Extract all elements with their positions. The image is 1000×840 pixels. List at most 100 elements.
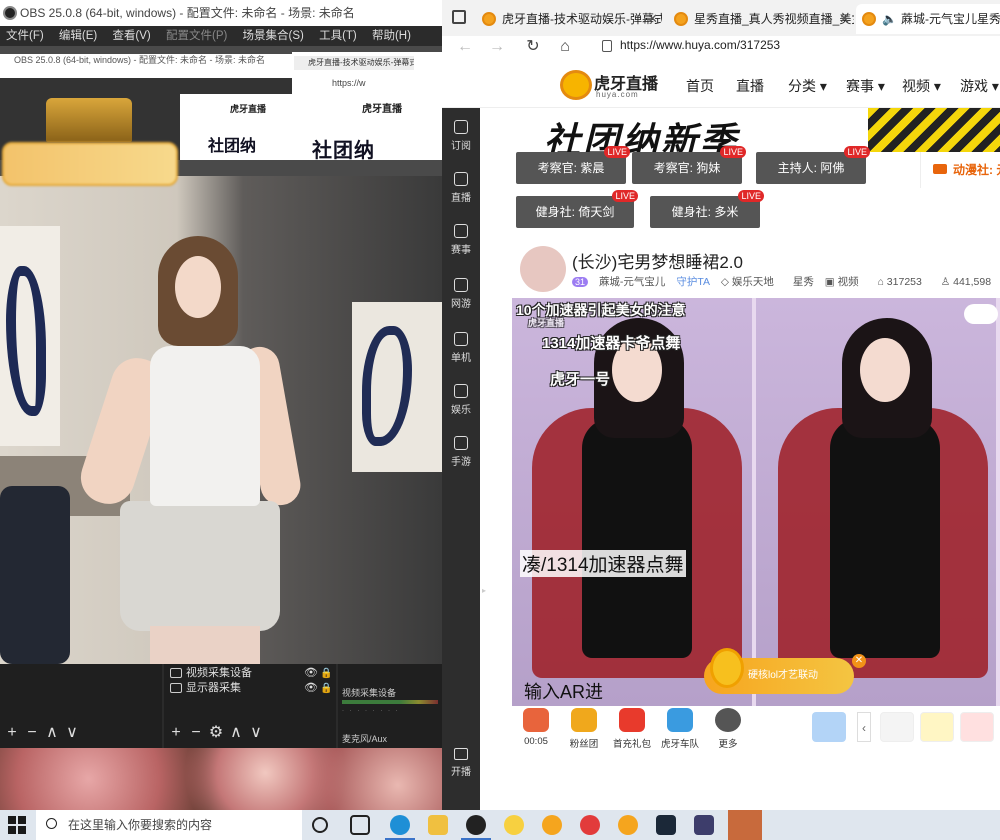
se-app-icon[interactable]	[694, 815, 714, 835]
eye-icon[interactable]: 👁	[304, 681, 318, 696]
sidebar-item-single-player[interactable]: 单机	[442, 326, 480, 374]
lock-icon[interactable]: 🔒	[320, 681, 332, 696]
nav-video[interactable]: 视频 ▾	[902, 76, 941, 96]
netease-music-icon[interactable]	[580, 815, 600, 835]
steam-icon[interactable]	[656, 815, 676, 835]
menu-scene-collection[interactable]: 场景集合(S)	[237, 26, 310, 46]
close-icon[interactable]: ✕	[839, 4, 850, 34]
sidebar-label: 手游	[451, 457, 471, 468]
menu-profile[interactable]: 配置文件(P)	[160, 26, 233, 46]
nav-live[interactable]: 直播	[736, 76, 764, 96]
anchor-tag-3[interactable]: 主持人: 阿佛 LIVE	[756, 146, 870, 184]
category-link[interactable]: ◇ 娱乐天地	[721, 276, 782, 288]
nav-category[interactable]: 分类 ▾	[788, 76, 827, 96]
windows-start-icon[interactable]	[8, 816, 26, 834]
sidebar-item-mobile-games[interactable]: 手游	[442, 430, 480, 478]
weekly-star-icon[interactable]	[812, 712, 846, 742]
video-player[interactable]: 10个加速器引起美女的注意 1314加速器卡爷点舞 虎牙一号 虎牙直播 凑/13…	[512, 298, 1000, 706]
sidebar-collapse-arrow-icon[interactable]: ▸	[482, 586, 486, 595]
gift-fan-club[interactable]: 粉丝团	[564, 708, 604, 750]
url-field[interactable]: https://www.huya.com/317253	[620, 38, 780, 52]
move-scene-up-button[interactable]: ∧	[42, 722, 62, 742]
menu-help[interactable]: 帮助(H)	[366, 26, 417, 46]
active-app-thumbnail-icon[interactable]	[728, 810, 762, 840]
sidebar-item-subscribe[interactable]: 订阅	[442, 114, 480, 162]
tab-xingxiu[interactable]: 星秀直播_真人秀视频直播_美女 ✕	[668, 4, 854, 34]
promo-banner[interactable]: 硬核lol才艺联动	[704, 648, 854, 694]
cortana-icon[interactable]	[312, 817, 328, 833]
task-view-icon[interactable]	[350, 815, 370, 835]
open-live-label: 开播	[451, 767, 471, 778]
tab-actions-icon[interactable]	[452, 10, 466, 24]
menu-tools[interactable]: 工具(T)	[313, 26, 363, 46]
avatar[interactable]	[520, 246, 566, 292]
huya-client-icon[interactable]	[618, 815, 638, 835]
move-source-up-button[interactable]: ∧	[226, 722, 246, 742]
obs-preview[interactable]: OBS 25.0.8 (64-bit, windows) - 配置文件: 未命名…	[0, 46, 442, 664]
huya-logo-icon[interactable]	[560, 70, 592, 100]
source-item-display-capture[interactable]: 显示器采集 👁 🔒	[168, 681, 332, 696]
car-gift-2-icon[interactable]	[920, 712, 954, 742]
event-banner[interactable]: 社团纳新季 考察官: 紫晨 LIVE 考察官: 狗妹 LIVE 主持人: 阿佛 …	[480, 108, 1000, 238]
guard-link[interactable]: 守护TA	[676, 276, 710, 288]
menu-view[interactable]: 查看(V)	[106, 26, 156, 46]
remove-scene-button[interactable]: −	[22, 724, 42, 742]
host-name[interactable]: 蔴城-元气宝儿	[599, 276, 666, 288]
forward-button[interactable]: →	[486, 36, 508, 58]
tab-huya-home[interactable]: 虎牙直播-技术驱动娱乐-弹幕式直 ✕	[476, 4, 662, 34]
car-gift-3-icon[interactable]	[960, 712, 994, 742]
video-label: 视频	[837, 276, 859, 288]
anchor-tag-5[interactable]: 健身社: 多米 LIVE	[650, 190, 764, 228]
tab-room-active[interactable]: 🔈蔴城-元气宝儿星秀直播_蔴	[856, 4, 1000, 34]
sidebar-item-entertainment[interactable]: 娱乐	[442, 378, 480, 426]
lock-icon[interactable]	[602, 40, 612, 52]
huya-taskbar-icon[interactable]	[542, 815, 562, 835]
close-icon[interactable]: ✕	[647, 4, 658, 34]
source-item-video-capture[interactable]: 视频采集设备 👁 🔒	[168, 666, 332, 681]
add-scene-button[interactable]: +	[2, 724, 22, 742]
sidebar-item-online-games[interactable]: 网游	[442, 272, 480, 320]
app-yellow-icon[interactable]	[504, 815, 524, 835]
taskbar-search-input[interactable]: 在这里输入你要搜索的内容	[36, 810, 302, 840]
chevron-left-icon[interactable]: ‹	[857, 712, 871, 742]
obs-taskbar-icon[interactable]	[466, 815, 486, 835]
nav-events[interactable]: 赛事 ▾	[846, 76, 885, 96]
file-explorer-icon[interactable]	[428, 815, 448, 835]
nav-home[interactable]: 首页	[686, 76, 714, 96]
anime-club-tab[interactable]: 动漫社: 元气宝	[920, 152, 1000, 188]
gift-huya-fleet[interactable]: 虎牙车队	[660, 708, 700, 750]
open-live-button[interactable]: 开播	[442, 748, 480, 778]
nested-logo: 虎牙直播	[362, 104, 402, 115]
move-source-down-button[interactable]: ∨	[246, 722, 266, 742]
gift-timer[interactable]: 00:05	[516, 708, 556, 747]
back-button[interactable]: ←	[454, 36, 476, 58]
move-scene-down-button[interactable]: ∨	[62, 722, 82, 742]
subcategory-link[interactable]: 星秀	[793, 276, 814, 288]
speaker-icon[interactable]: 🔈	[882, 12, 897, 26]
anchor-tag-4[interactable]: 健身社: 倚天剑 LIVE	[516, 190, 638, 228]
gift-first-charge[interactable]: 首充礼包	[612, 708, 652, 750]
reload-button[interactable]: ↻	[522, 36, 544, 58]
add-source-button[interactable]: +	[166, 724, 186, 742]
mini-window-icon[interactable]	[964, 304, 998, 324]
source-settings-button[interactable]: ⚙	[206, 722, 226, 742]
lock-icon[interactable]: 🔒	[320, 666, 332, 681]
eye-icon[interactable]: 👁	[304, 666, 318, 681]
monitor-icon	[170, 683, 182, 693]
menu-file[interactable]: 文件(F)	[0, 26, 50, 46]
sidebar-item-events[interactable]: 赛事	[442, 218, 480, 266]
nav-games[interactable]: 游戏 ▾	[960, 76, 999, 96]
close-icon[interactable]: ✕	[852, 654, 866, 668]
home-button[interactable]: ⌂	[554, 36, 576, 58]
huya-favicon-icon	[674, 12, 688, 26]
nested-url: https://w	[332, 78, 366, 88]
car-gift-1-icon[interactable]	[880, 712, 914, 742]
edge-browser-icon[interactable]	[390, 815, 410, 835]
remove-source-button[interactable]: −	[186, 724, 206, 742]
sidebar-item-live[interactable]: 直播	[442, 166, 480, 214]
anchor-tag-2[interactable]: 考察官: 狗妹 LIVE	[632, 146, 746, 184]
anchor-tag-1[interactable]: 考察官: 紫晨 LIVE	[516, 146, 630, 184]
video-link[interactable]: ▣ 视频	[825, 276, 867, 288]
gift-more[interactable]: 更多	[708, 708, 748, 750]
menu-edit[interactable]: 编辑(E)	[53, 26, 103, 46]
